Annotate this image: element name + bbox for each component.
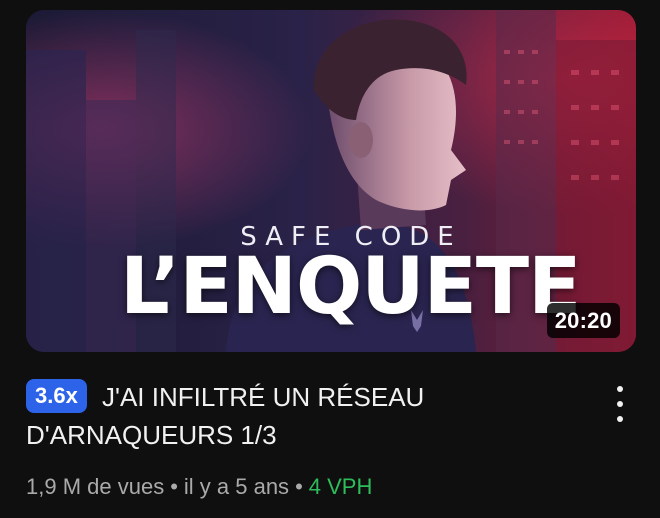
video-metadata: 1,9 M de vues • il y a 5 ans • 4 VPH xyxy=(26,474,372,500)
view-count: 1,9 M de vues xyxy=(26,474,165,499)
duration-badge: 20:20 xyxy=(546,303,620,338)
more-vert-icon xyxy=(617,386,623,392)
video-title[interactable]: J'AI INFILTRÉ UN RÉSEAU D'ARNAQUEURS 1/3 xyxy=(26,378,586,454)
more-vert-icon-dot xyxy=(617,401,623,407)
more-vert-icon-dot xyxy=(617,416,623,422)
thumbnail-overlay-title: L’ENQUETE xyxy=(120,242,581,332)
separator: • xyxy=(170,474,178,499)
video-card[interactable]: SAFE CODE L’ENQUETE 20:20 3.6x J'AI INFI… xyxy=(0,0,660,518)
vph-stat: 4 VPH xyxy=(308,474,373,499)
more-options-button[interactable] xyxy=(606,384,634,424)
upload-age: il y a 5 ans xyxy=(183,474,290,499)
separator: • xyxy=(295,474,303,499)
video-thumbnail[interactable]: SAFE CODE L’ENQUETE 20:20 xyxy=(26,10,636,352)
